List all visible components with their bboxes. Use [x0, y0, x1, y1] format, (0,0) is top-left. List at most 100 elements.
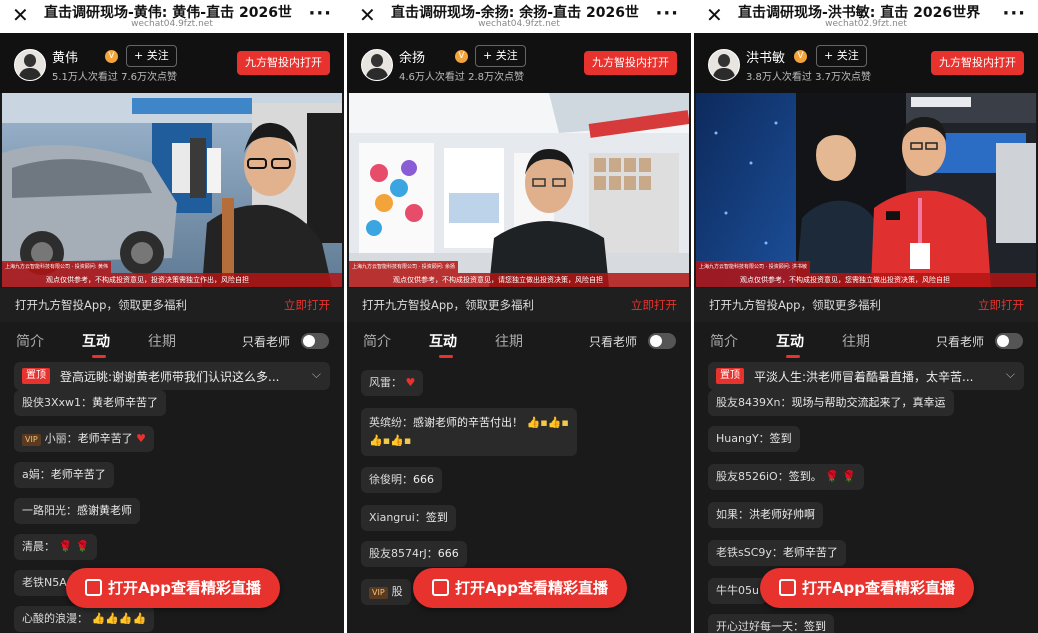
company-tag: 上海九方云智能科技有限公司 · 投资顾问: 余扬: [349, 261, 459, 273]
view-like-stats: 3.8万人次看过 3.7万次点赞: [746, 72, 871, 83]
avatar[interactable]: [361, 49, 393, 81]
tab-past[interactable]: 往期: [148, 331, 176, 351]
more-icon[interactable]: ···: [655, 3, 679, 24]
thumbs-up-icon: 👍▪👍▪: [369, 434, 412, 447]
chevron-down-icon[interactable]: ⌵: [1006, 367, 1015, 382]
open-in-app-button[interactable]: 九方智投内打开: [237, 51, 330, 75]
phone-panel-1: ✕ 直击调研现场-黄伟: 黄伟-直击 2026世 wechat04.9fzt.n…: [0, 0, 344, 633]
screenshot-row: ✕ 直击调研现场-黄伟: 黄伟-直击 2026世 wechat04.9fzt.n…: [0, 0, 1038, 633]
only-teacher-toggle[interactable]: [995, 333, 1023, 349]
chevron-down-icon[interactable]: ⌵: [312, 367, 321, 382]
risk-disclaimer: 观点仅供参考，不构成投资意见，您需独立做出投资决策，风险自担: [696, 273, 1036, 287]
vip-badge: VIP: [369, 587, 388, 599]
pinned-text: 登高远眺:谢谢黄老师带我们认识这么多...: [60, 370, 280, 384]
promo-banner[interactable]: 打开九方智投App，领取更多福利 立即打开: [0, 288, 344, 322]
chat-message: 牛牛05u: [708, 578, 767, 604]
chat-message: HuangY：签到: [708, 426, 800, 452]
chat-message: VIP 小丽：老师辛苦了 ♥: [14, 426, 155, 452]
chat-message: VIP 股: [361, 579, 411, 605]
video-frame: [349, 93, 689, 287]
anchor-name: 余扬: [399, 51, 426, 66]
promo-open-link[interactable]: 立即打开: [631, 297, 677, 313]
thumbs-up-icon: 👍▪👍▪: [526, 416, 569, 429]
chat-message: 一路阳光：感谢黄老师: [14, 498, 140, 524]
follow-button[interactable]: + 关注: [475, 45, 526, 67]
open-app-cta-button[interactable]: 打开App查看精彩直播: [760, 568, 974, 608]
app-icon: [778, 579, 796, 596]
verified-icon: V: [794, 50, 807, 63]
open-in-app-button[interactable]: 九方智投内打开: [584, 51, 677, 75]
heart-icon: ♥: [136, 432, 147, 445]
app-icon: [431, 579, 449, 596]
open-app-cta-button[interactable]: 打开App查看精彩直播: [66, 568, 280, 608]
video-frame: [2, 93, 342, 287]
chat-message: a娟：老师辛苦了: [14, 462, 114, 488]
risk-disclaimer: 观点仅供参考，不构成投资意见，请您独立做出投资决策，风险自担: [349, 273, 689, 287]
open-in-app-button[interactable]: 九方智投内打开: [931, 51, 1024, 75]
live-video[interactable]: 上海九方云智能科技有限公司 · 投资顾问: 黄伟 观点仅供参考，不构成投资意见，…: [2, 93, 342, 287]
risk-disclaimer: 观点仅供参考，不构成投资意见，投资决策需独立作出，风险自担: [2, 273, 342, 287]
chat-message: 徐俊明：666: [361, 467, 442, 493]
anchor-name: 洪书敏: [746, 51, 786, 66]
company-tag: 上海九方云智能科技有限公司 · 投资顾问: 黄伟: [2, 261, 112, 273]
tab-intro[interactable]: 简介: [710, 331, 738, 351]
chat-message: 开心过好每一天：签到: [708, 614, 834, 633]
follow-button[interactable]: + 关注: [126, 45, 177, 67]
promo-banner[interactable]: 打开九方智投App，领取更多福利 立即打开: [347, 288, 691, 322]
tab-interaction[interactable]: 互动: [82, 331, 110, 358]
avatar[interactable]: [14, 49, 46, 81]
follow-button[interactable]: + 关注: [816, 45, 867, 67]
open-app-cta-button[interactable]: 打开App查看精彩直播: [413, 568, 627, 608]
wechat-title-bar: ✕ 直击调研现场-黄伟: 黄伟-直击 2026世 wechat04.9fzt.n…: [0, 0, 344, 33]
tab-past[interactable]: 往期: [495, 331, 523, 351]
rose-icon: 🌹 🌹: [58, 540, 90, 553]
promo-banner[interactable]: 打开九方智投App，领取更多福利 立即打开: [694, 288, 1038, 322]
only-teacher-label: 只看老师: [588, 335, 637, 349]
tab-bar: 简介 互动 往期 只看老师: [694, 322, 1038, 360]
app-icon: [84, 579, 102, 596]
promo-open-link[interactable]: 立即打开: [284, 297, 330, 313]
company-tag: 上海九方云智能科技有限公司 · 投资顾问: 洪书敏: [696, 261, 811, 273]
chat-message: 风雷： ♥: [361, 370, 424, 396]
tab-interaction[interactable]: 互动: [429, 331, 457, 358]
anchor-name: 黄伟: [52, 51, 79, 66]
chat-message: 股侠3Xxw1：黄老师辛苦了: [14, 390, 167, 416]
live-video[interactable]: 上海九方云智能科技有限公司 · 投资顾问: 洪书敏 观点仅供参考，不构成投资意见…: [696, 93, 1036, 287]
view-like-stats: 4.6万人次看过 2.8万次点赞: [399, 72, 524, 83]
anchor-info-bar: 余扬 V + 关注 4.6万人次看过 2.8万次点赞 九方智投内打开: [347, 33, 691, 93]
pinned-message[interactable]: 置顶 平淡人生:洪老师冒着酷暑直播，太辛苦... ⌵: [708, 362, 1024, 390]
promo-open-link[interactable]: 立即打开: [978, 297, 1024, 313]
anchor-info-bar: 黄伟 V + 关注 5.1万人次看过 7.6万次点赞 九方智投内打开: [0, 33, 344, 93]
page-domain: wechat04.9fzt.net: [131, 19, 213, 29]
only-teacher-toggle[interactable]: [301, 333, 329, 349]
promo-text: 打开九方智投App，领取更多福利: [362, 298, 534, 312]
tab-interaction[interactable]: 互动: [776, 331, 804, 358]
only-teacher-label: 只看老师: [241, 335, 290, 349]
thumbs-up-icon: 👍👍👍👍: [91, 612, 147, 625]
anchor-info-bar: 洪书敏 V + 关注 3.8万人次看过 3.7万次点赞 九方智投内打开: [694, 33, 1038, 93]
chat-message: 老铁sSC9y：老师辛苦了: [708, 540, 846, 566]
wechat-title-bar: ✕ 直击调研现场-余扬: 余扬-直击 2026世 wechat04.9fzt.n…: [347, 0, 691, 33]
chat-message: 心酸的浪漫： 👍👍👍👍: [14, 606, 155, 632]
more-icon[interactable]: ···: [308, 3, 332, 24]
pinned-message[interactable]: 置顶 登高远眺:谢谢黄老师带我们认识这么多... ⌵: [14, 362, 330, 390]
chat-message: 股友8439Xn：现场与帮助交流起来了，真幸运: [708, 390, 954, 416]
rose-icon: 🌹 🌹: [825, 470, 857, 483]
chat-message: 清晨： 🌹 🌹: [14, 534, 98, 560]
more-icon[interactable]: ···: [1002, 3, 1026, 24]
pinned-tag: 置顶: [716, 368, 744, 384]
tab-intro[interactable]: 简介: [16, 331, 44, 351]
tab-past[interactable]: 往期: [842, 331, 870, 351]
live-video[interactable]: 上海九方云智能科技有限公司 · 投资顾问: 余扬 观点仅供参考，不构成投资意见，…: [349, 93, 689, 287]
tab-intro[interactable]: 简介: [363, 331, 391, 351]
pinned-tag: 置顶: [22, 368, 50, 384]
chat-message: 英缤纷：感谢老师的辛苦付出！ 👍▪👍▪ 👍▪👍▪: [361, 408, 577, 456]
only-teacher-toggle[interactable]: [648, 333, 676, 349]
tab-bar: 简介 互动 往期 只看老师: [347, 322, 691, 360]
vip-badge: VIP: [22, 434, 41, 446]
only-teacher-label: 只看老师: [935, 335, 984, 349]
heart-icon: ♥: [405, 376, 416, 389]
avatar[interactable]: [708, 49, 740, 81]
page-domain: wechat02.9fzt.net: [825, 19, 907, 29]
chat-message: 如果：洪老师好帅啊: [708, 502, 823, 528]
